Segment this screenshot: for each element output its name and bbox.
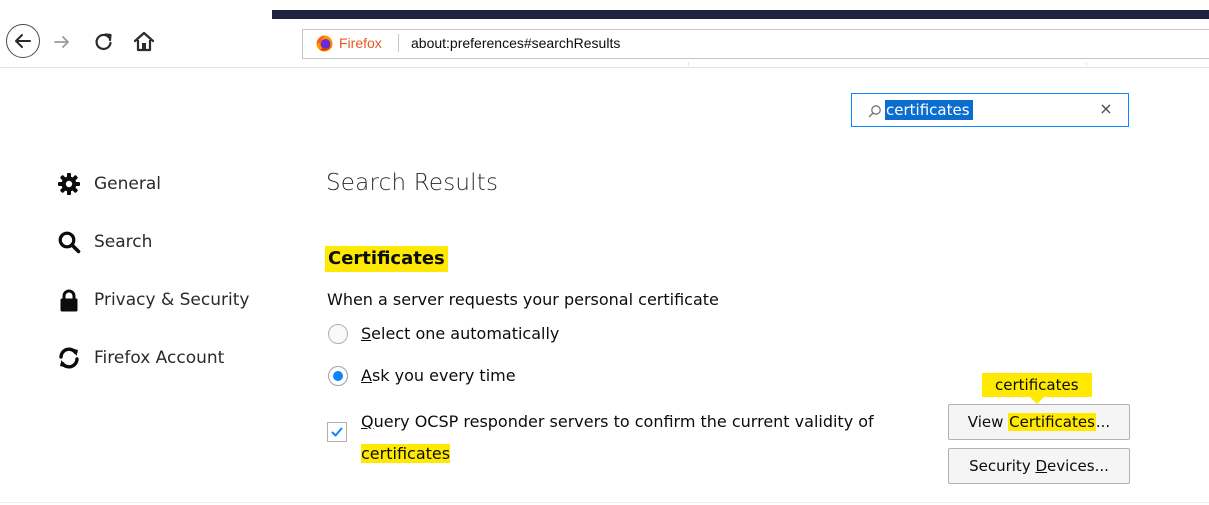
- security-devices-button[interactable]: Security Devices...: [948, 448, 1130, 484]
- search-icon: [868, 103, 882, 118]
- sidebar-item-label: Firefox Account: [94, 348, 225, 368]
- sidebar-item-privacy[interactable]: Privacy & Security: [57, 284, 257, 314]
- checkmark-icon: [331, 427, 343, 437]
- tab-strip-edge: [272, 10, 1209, 19]
- back-button[interactable]: [6, 24, 40, 58]
- reload-icon: [95, 33, 112, 50]
- certificates-section-title: Certificates: [325, 246, 448, 272]
- home-button[interactable]: [131, 29, 157, 55]
- forward-button[interactable]: [50, 30, 74, 54]
- search-results-heading: Search Results: [326, 170, 499, 196]
- find-input-value: certificates: [885, 100, 973, 120]
- radio-label-select-automatically[interactable]: Select one automatically: [361, 322, 559, 346]
- sidebar-item-general[interactable]: General: [57, 168, 257, 198]
- sidebar-item-label: Privacy & Security: [94, 290, 250, 310]
- forward-arrow-icon: [54, 36, 69, 48]
- firefox-logo-icon: [316, 35, 333, 52]
- identity-divider: [398, 34, 399, 52]
- view-certificates-button[interactable]: View Certificates...: [948, 404, 1130, 440]
- back-arrow-icon: [15, 34, 31, 48]
- ocsp-checkbox[interactable]: [327, 422, 347, 442]
- certificate-request-prompt: When a server requests your personal cer…: [327, 290, 719, 309]
- identity-label[interactable]: Firefox: [339, 33, 382, 53]
- ocsp-highlight: certificates: [361, 444, 451, 463]
- toolbar-spacer: [688, 62, 689, 68]
- toolbar-spacer: [1086, 62, 1087, 68]
- sidebar-item-firefox-account[interactable]: Firefox Account: [57, 342, 257, 372]
- toolbar-divider: [0, 67, 1209, 68]
- ocsp-checkbox-label[interactable]: Query OCSP responder servers to confirm …: [361, 406, 921, 470]
- radio-label-ask-every-time[interactable]: Ask you every time: [361, 364, 516, 388]
- url-text[interactable]: about:preferences#searchResults: [411, 33, 620, 53]
- lock-icon: [57, 288, 81, 312]
- sync-icon: [57, 346, 81, 370]
- search-icon: [57, 230, 81, 254]
- radio-ask-every-time[interactable]: [328, 366, 348, 386]
- tooltip-arrow: [1030, 397, 1044, 404]
- search-match-tooltip: certificates: [982, 373, 1092, 397]
- bottom-divider: [0, 502, 1209, 503]
- sidebar-item-label: General: [94, 174, 161, 194]
- sidebar-item-label: Search: [94, 232, 153, 252]
- radio-select-automatically[interactable]: [328, 324, 348, 344]
- reload-button[interactable]: [92, 30, 116, 54]
- clear-search-button[interactable]: ×: [1096, 99, 1116, 119]
- gear-icon: [57, 172, 81, 196]
- home-icon: [133, 31, 155, 52]
- sidebar-item-search[interactable]: Search: [57, 226, 257, 256]
